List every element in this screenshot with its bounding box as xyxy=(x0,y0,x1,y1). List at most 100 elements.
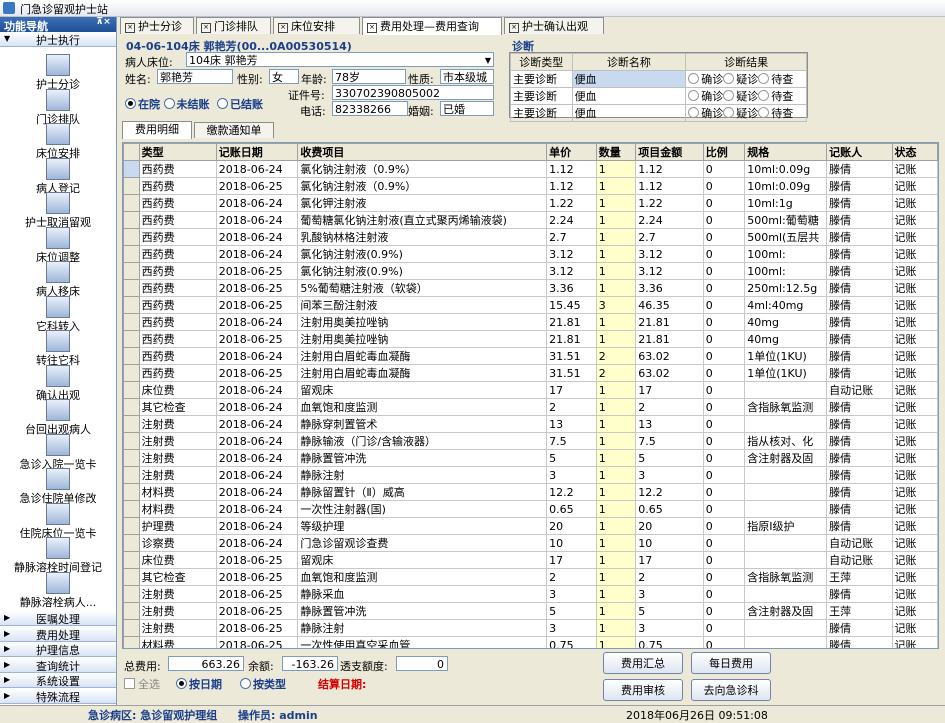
radio-icon[interactable] xyxy=(723,73,735,84)
table-row[interactable]: 西药费 2018-06-25 5%葡萄糖注射液（软袋） 3.36 1 3.36 0 250ml… xyxy=(123,279,938,297)
fee-header-cell[interactable]: 项目金额 xyxy=(635,143,704,161)
diagnosis-type-cell[interactable]: 主要诊断 xyxy=(510,104,573,122)
diagnosis-row[interactable]: 主要诊断 便血 确诊 疑诊 待查 xyxy=(510,87,807,105)
diagnosis-name-cell[interactable]: 便血 xyxy=(571,70,687,88)
radio-icon[interactable] xyxy=(688,90,700,101)
table-row[interactable]: 西药费 2018-06-24 注射用奥美拉唑钠 21.81 1 21.81 0 40mg 滕倩记… xyxy=(123,313,938,331)
row-indicator[interactable] xyxy=(123,228,140,246)
overdraft-field[interactable]: 0 xyxy=(396,656,448,671)
table-row[interactable]: 床位费 2018-06-25 留观床 17 1 17 0 自动记账 记账 xyxy=(123,551,938,569)
nav-group-nurse-exec[interactable]: ▼ 护士执行 xyxy=(0,32,116,47)
fee-summary-button[interactable]: 费用汇总 xyxy=(603,652,683,674)
row-indicator[interactable] xyxy=(123,585,140,603)
diagnosis-row[interactable]: 主要诊断 便血 确诊 疑诊 待查 xyxy=(510,104,807,122)
table-row[interactable]: 材料费 2018-06-24 静脉留置针（Ⅱ）威高 12.2 1 12.2 0 滕倩 记账 xyxy=(123,483,938,501)
fee-audit-button[interactable]: 费用审核 xyxy=(603,679,683,701)
fee-header-cell[interactable]: 单价 xyxy=(546,143,597,161)
row-indicator[interactable] xyxy=(123,279,140,297)
row-indicator[interactable] xyxy=(123,500,140,518)
nature-field[interactable]: 市本级城 xyxy=(440,69,494,84)
fee-header-cell[interactable]: 比例 xyxy=(702,143,746,161)
diagnosis-row[interactable]: 主要诊断 便血 确诊 疑诊 待查 xyxy=(510,70,807,88)
row-indicator[interactable] xyxy=(123,313,140,331)
table-row[interactable]: 西药费 2018-06-25 间苯三酚注射液 15.45 3 46.35 0 4ml:40mg… xyxy=(123,296,938,314)
row-indicator[interactable] xyxy=(123,398,140,416)
tab[interactable]: × 门诊排队 xyxy=(196,17,271,34)
row-indicator[interactable] xyxy=(123,296,140,314)
sidebar-item[interactable]: 护士取消留观 xyxy=(0,192,116,230)
close-icon[interactable]: × xyxy=(278,23,288,33)
fee-header-cell[interactable]: 数量 xyxy=(595,143,637,161)
status-radio-unsettled[interactable] xyxy=(163,98,175,109)
tab[interactable]: × 护士确认出观 xyxy=(504,17,604,34)
sidebar-item[interactable]: 病人移床 xyxy=(0,261,116,299)
table-row[interactable]: 西药费 2018-06-24 氯化钠注射液（0.9%） 1.12 1 1.12 0 10ml:… xyxy=(123,160,938,178)
sidebar-item[interactable]: 床位调整 xyxy=(0,226,116,265)
row-indicator[interactable] xyxy=(123,636,140,648)
table-row[interactable]: 西药费 2018-06-25 注射用奥美拉唑钠 21.81 1 21.81 0 40mg 滕倩记… xyxy=(123,330,938,348)
table-row[interactable]: 材料费 2018-06-25 一次性使用真空采血管 0.75 1 0.75 0 滕倩 记账 xyxy=(123,636,938,648)
radio-icon[interactable] xyxy=(758,90,770,101)
sidebar-item[interactable]: 床位安排 xyxy=(0,123,116,161)
fee-header-cell[interactable]: 类型 xyxy=(138,143,217,161)
table-row[interactable]: 注射费 2018-06-24 静脉输液（门诊/含输液器） 7.5 1 7.5 0 指从核对、化… xyxy=(123,432,938,450)
close-icon[interactable]: × xyxy=(201,23,211,33)
balance-field[interactable]: -163.26 xyxy=(282,656,338,671)
row-indicator[interactable] xyxy=(123,449,140,467)
id-field[interactable]: 330702390805002 xyxy=(332,85,494,100)
close-icon[interactable]: × xyxy=(367,23,377,33)
table-row[interactable]: 床位费 2018-06-24 留观床 17 1 17 0 自动记账 记账 xyxy=(123,381,938,399)
row-indicator[interactable] xyxy=(123,415,140,433)
sidebar-item[interactable]: 门诊排队 xyxy=(0,88,116,127)
row-indicator[interactable] xyxy=(123,483,140,501)
table-row[interactable]: 注射费 2018-06-25 静脉采血 3 1 3 0 滕倩 记账 xyxy=(123,585,938,603)
table-row[interactable]: 西药费 2018-06-24 注射用白眉蛇毒血凝酶 31.51 2 63.02 0 1单位(1… xyxy=(123,347,938,365)
close-icon[interactable]: × xyxy=(509,23,519,33)
fee-header-cell[interactable]: 规格 xyxy=(744,143,828,161)
nav-group[interactable]: ▶ 费用处理 xyxy=(0,626,116,642)
sidebar-item[interactable]: 它科转入 xyxy=(0,295,116,334)
nav-group[interactable]: ▶ 查询统计 xyxy=(0,657,116,673)
row-indicator[interactable] xyxy=(123,160,140,178)
bed-select[interactable]: 104床 郭艳芳 ▼ xyxy=(186,52,494,67)
tab-payment-notice[interactable]: 缴款通知单 xyxy=(194,122,274,138)
status-radio-settled[interactable] xyxy=(217,98,228,109)
by-date-radio[interactable]: 按日期 xyxy=(176,676,222,692)
table-row[interactable]: 西药费 2018-06-25 氯化钠注射液(0.9%) 3.12 1 3.12 0 100ml… xyxy=(123,262,938,280)
nav-group[interactable]: ▶ 特殊流程 xyxy=(0,688,116,704)
table-row[interactable]: 注射费 2018-06-25 静脉注射 3 1 3 0 滕倩 记账 xyxy=(123,619,938,637)
row-indicator[interactable] xyxy=(123,262,140,280)
table-row[interactable]: 西药费 2018-06-24 葡萄糖氯化钠注射液(直立式聚丙烯输液袋) 2.24 1 2.… xyxy=(123,211,938,229)
sidebar-pin-icon[interactable]: ⊼× xyxy=(96,17,111,27)
row-indicator[interactable] xyxy=(123,211,140,229)
row-indicator[interactable] xyxy=(123,432,140,450)
fee-header-cell[interactable]: 记账人 xyxy=(826,143,893,161)
tab-fee-detail[interactable]: 费用明细 xyxy=(122,121,192,139)
sidebar-item[interactable]: 台回出观病人 xyxy=(0,399,116,437)
row-indicator[interactable] xyxy=(123,330,140,348)
row-indicator[interactable] xyxy=(123,245,140,263)
age-field[interactable]: 78岁 xyxy=(332,69,406,84)
row-indicator[interactable] xyxy=(123,551,140,569)
table-row[interactable]: 西药费 2018-06-24 氯化钠注射液(0.9%) 3.12 1 3.12 0 100ml… xyxy=(123,245,938,263)
table-row[interactable]: 护理费 2018-06-24 等级护理 20 1 20 0 指原Ⅰ级护 滕倩 记账 xyxy=(123,517,938,535)
nav-group[interactable]: ▶ 系统设置 xyxy=(0,673,116,688)
table-row[interactable]: 注射费 2018-06-24 静脉注射 3 1 3 0 滕倩 记账 xyxy=(123,466,938,484)
row-indicator[interactable] xyxy=(123,619,140,637)
to-emergency-button[interactable]: 去向急诊科 xyxy=(691,679,771,701)
sidebar-item[interactable]: 住院床位一览卡 xyxy=(0,502,116,541)
row-indicator[interactable] xyxy=(123,364,140,382)
diagnosis-name-cell[interactable]: 便血 xyxy=(571,87,687,105)
table-row[interactable]: 注射费 2018-06-24 静脉置管冲洗 5 1 5 0 含注射器及固 滕倩 记账 xyxy=(123,449,938,467)
radio-icon[interactable] xyxy=(723,107,735,118)
sex-field[interactable]: 女 xyxy=(269,69,299,84)
by-type-radio[interactable]: 按类型 xyxy=(240,676,286,692)
row-indicator[interactable] xyxy=(123,517,140,535)
tab[interactable]: × 床位安排 xyxy=(273,17,360,34)
diagnosis-type-cell[interactable]: 主要诊断 xyxy=(510,87,573,105)
table-row[interactable]: 其它检查 2018-06-24 血氧饱和度监测 2 1 2 0 含指脉氧监测 滕倩 记账 xyxy=(123,398,938,416)
chevron-down-icon[interactable]: ▼ xyxy=(485,53,491,66)
sidebar-item[interactable]: 静脉溶栓病人... xyxy=(0,571,116,610)
sidebar-item[interactable]: 病人登记 xyxy=(0,157,116,196)
row-indicator[interactable] xyxy=(123,534,140,552)
